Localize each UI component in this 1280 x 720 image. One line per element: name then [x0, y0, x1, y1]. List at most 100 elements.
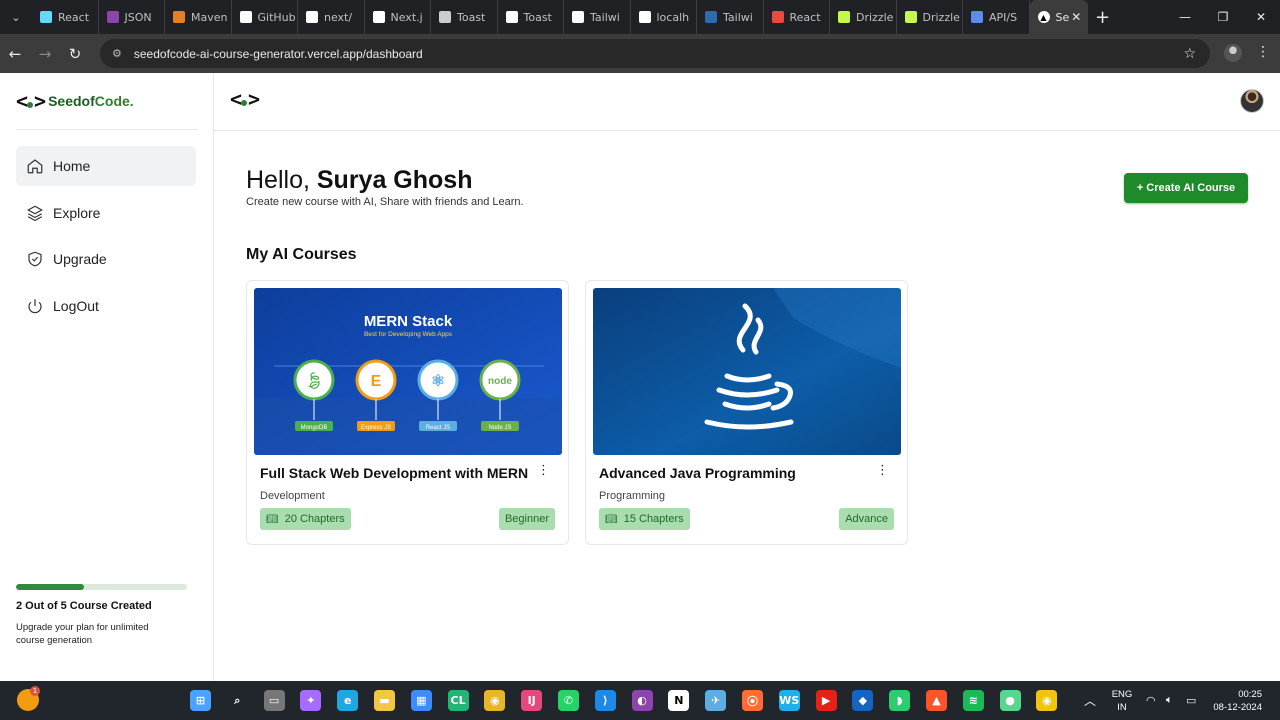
battery-icon[interactable]: ▭	[1186, 681, 1196, 720]
sidebar-item-explore[interactable]: Explore	[16, 193, 196, 233]
address-bar[interactable]: ⚙ seedofcode-ai-course-generator.vercel.…	[100, 39, 1210, 68]
webstorm-icon[interactable]: WS	[778, 690, 800, 711]
app-green2-icon[interactable]: ●	[999, 690, 1021, 711]
header-logo-icon[interactable]: < >	[230, 87, 260, 111]
browser-tab[interactable]: next/	[298, 0, 365, 34]
more-options-icon[interactable]: ⋮	[537, 463, 550, 478]
back-arrow-icon[interactable]: ←	[0, 45, 30, 63]
tab-active[interactable]: ▲ Se ✕	[1029, 0, 1088, 34]
sidebar-item-home[interactable]: Home	[16, 146, 196, 186]
course-card[interactable]: Advanced Java Programming ⋮ Programming …	[585, 280, 908, 545]
github-desktop-icon[interactable]: ◐	[631, 690, 653, 711]
tab-label: Drizzle	[922, 10, 960, 24]
site-info-icon[interactable]: ⚙	[112, 47, 122, 60]
browser-tab[interactable]: Drizzle	[830, 0, 897, 34]
browser-tab[interactable]: Toast	[431, 0, 498, 34]
postman-icon[interactable]: ⦿	[742, 690, 763, 711]
reload-icon[interactable]: ↻	[60, 45, 90, 63]
browser-tab[interactable]: GitHub	[232, 0, 298, 34]
edge-icon[interactable]: e	[337, 690, 359, 711]
section-title: My AI Courses	[246, 246, 357, 263]
close-window-icon[interactable]: ✕	[1242, 0, 1280, 34]
browser-profile-avatar[interactable]	[1224, 44, 1242, 62]
more-options-icon[interactable]: ⋮	[876, 463, 889, 478]
browser-tab[interactable]: Toast	[498, 0, 564, 34]
wifi-icon[interactable]: ◠	[1146, 681, 1156, 720]
browser-tab[interactable]: JSON	[99, 0, 165, 34]
tab-label: next/	[324, 10, 353, 24]
course-thumbnail-java[interactable]	[593, 288, 901, 455]
chapters-badge: 📖︎ 15 Chapters	[599, 508, 690, 530]
sidebar-item-upgrade[interactable]: Upgrade	[16, 239, 196, 279]
minimize-icon[interactable]: —	[1166, 0, 1204, 34]
sidebar-item-logout[interactable]: LogOut	[16, 286, 196, 326]
course-title[interactable]: Full Stack Web Development with MERN	[260, 465, 528, 481]
app-header: < >	[214, 73, 1280, 131]
logo-mark-icon: < >	[16, 89, 46, 113]
app-green-icon[interactable]: ◗	[889, 690, 911, 711]
language-indicator[interactable]: ENG IN	[1108, 688, 1136, 714]
copilot-icon[interactable]: ✦	[300, 690, 322, 711]
youtube-icon[interactable]: ▶	[815, 690, 837, 711]
browser-tab[interactable]: API/S	[963, 0, 1030, 34]
tray-chevron-icon[interactable]: ︿	[1084, 681, 1096, 720]
tab-label: Tailwi	[590, 10, 620, 24]
logo-text: SeedofCode.	[48, 93, 134, 109]
forward-arrow-icon[interactable]: →	[30, 45, 60, 63]
file-explorer-icon[interactable]: ▬	[374, 690, 395, 711]
tab-label: Drizzle	[856, 10, 894, 24]
tab-favicon-icon	[705, 11, 717, 23]
windows-start-icon[interactable]: ⊞	[190, 690, 211, 711]
browser-tab[interactable]: React	[764, 0, 830, 34]
search-icon[interactable]: ⌕	[227, 690, 248, 711]
course-thumbnail-mern[interactable]: MERN Stack Best for Developing Web Apps …	[254, 288, 562, 455]
bookmark-star-icon[interactable]: ☆	[1183, 46, 1196, 62]
browser-tab[interactable]: Tailwi	[564, 0, 631, 34]
store-icon[interactable]: ▦	[410, 690, 432, 711]
edge-dev-icon[interactable]: ◆	[852, 690, 874, 711]
system-clock[interactable]: 00:25 08-12-2024	[1206, 688, 1262, 714]
tab-favicon-icon	[239, 11, 252, 23]
tab-label: React	[58, 10, 90, 24]
browser-tab[interactable]: Drizzle	[897, 0, 963, 34]
spotify-icon[interactable]: ≋	[962, 690, 984, 711]
app-icon[interactable]: ✈	[705, 690, 727, 711]
create-ai-course-button[interactable]: + Create AI Course	[1124, 173, 1248, 203]
chrome-active-icon[interactable]: ◉	[1036, 690, 1058, 711]
browser-tab[interactable]: React	[32, 0, 99, 34]
quota-title: 2 Out of 5 Course Created	[16, 600, 152, 612]
progress-fill	[16, 584, 85, 590]
clion-icon[interactable]: CL	[447, 690, 469, 711]
browser-tab[interactable]: Next.j	[365, 0, 431, 34]
user-avatar[interactable]	[1240, 89, 1264, 113]
whatsapp-icon[interactable]: ✆	[558, 690, 579, 711]
browser-tab[interactable]: Maven	[165, 0, 232, 34]
task-view-icon[interactable]: ▭	[263, 690, 285, 711]
course-quota: 2 Out of 5 Course Created Upgrade your p…	[16, 584, 187, 647]
course-card[interactable]: MERN Stack Best for Developing Web Apps …	[246, 280, 569, 545]
volume-icon[interactable]: 🔈︎	[1166, 681, 1173, 720]
notion-icon[interactable]: N	[668, 690, 690, 711]
brave-icon[interactable]: ▲	[926, 690, 947, 711]
tab-favicon-icon	[638, 11, 651, 23]
close-tab-icon[interactable]: ✕	[1071, 10, 1081, 24]
tab-label: Tailwi	[723, 10, 753, 24]
page-title: Hello, Surya Ghosh	[246, 166, 473, 194]
browser-tab[interactable]: localh	[631, 0, 697, 34]
restore-icon[interactable]: ❐	[1204, 0, 1242, 34]
tab-label: Toast	[457, 10, 486, 24]
user-name: Surya Ghosh	[316, 166, 473, 194]
browser-menu-icon[interactable]: ⋮	[1256, 44, 1270, 60]
new-tab-button[interactable]: +	[1088, 7, 1118, 28]
tab-favicon-icon	[439, 11, 451, 23]
notification-badge: 1	[30, 686, 40, 696]
app-logo[interactable]: < > SeedofCode.	[16, 89, 134, 113]
course-title[interactable]: Advanced Java Programming	[599, 465, 796, 481]
url-text[interactable]: seedofcode-ai-course-generator.vercel.ap…	[134, 47, 423, 61]
browser-tab[interactable]: Tailwi	[697, 0, 764, 34]
tab-favicon-icon	[904, 11, 917, 23]
intellij-icon[interactable]: IJ	[521, 690, 543, 711]
tab-search-chevron-icon[interactable]: ⌄	[0, 0, 32, 34]
vscode-icon[interactable]: ⟩	[594, 690, 616, 711]
chrome-icon[interactable]: ◉	[484, 690, 506, 711]
